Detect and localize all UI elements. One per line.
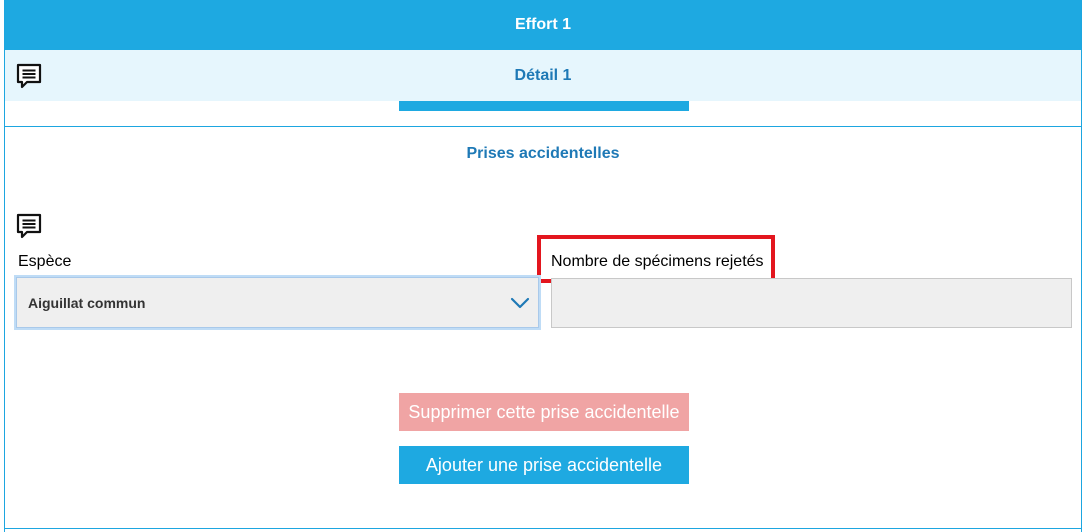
espece-select-value: Aiguillat commun bbox=[28, 295, 146, 311]
form-frame: Effort 1 Détail 1 Prises accidentelles E… bbox=[4, 0, 1082, 532]
nombre-input[interactable] bbox=[551, 278, 1072, 328]
comment-icon[interactable] bbox=[15, 62, 43, 90]
section-title: Prises accidentelles bbox=[466, 145, 620, 162]
delete-prise-button[interactable]: Supprimer cette prise accidentelle bbox=[399, 393, 689, 431]
effort-title: Effort 1 bbox=[515, 16, 571, 33]
comment-icon[interactable] bbox=[15, 212, 43, 240]
bottom-divider bbox=[5, 528, 1081, 529]
effort-header: Effort 1 bbox=[5, 0, 1081, 50]
section-divider bbox=[5, 126, 1081, 127]
espece-label: Espèce bbox=[18, 253, 72, 270]
accent-strip bbox=[399, 101, 689, 111]
detail-header[interactable]: Détail 1 bbox=[5, 50, 1081, 101]
detail-title: Détail 1 bbox=[514, 66, 572, 84]
espece-select[interactable]: Aiguillat commun bbox=[16, 277, 539, 328]
add-prise-button[interactable]: Ajouter une prise accidentelle bbox=[399, 446, 689, 484]
chevron-down-icon bbox=[510, 296, 530, 310]
nombre-label: Nombre de spécimens rejetés bbox=[551, 253, 764, 270]
